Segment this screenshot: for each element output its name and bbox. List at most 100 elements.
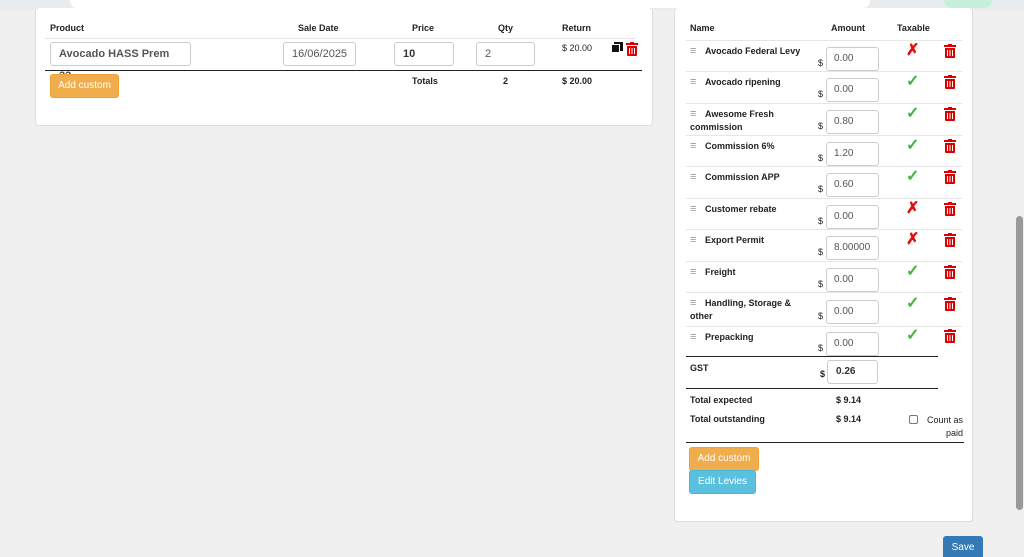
check-icon[interactable]: ✓	[906, 74, 919, 90]
trash-icon[interactable]	[944, 329, 956, 343]
levy-name: Avocado ripening	[705, 77, 781, 87]
sale-date-input[interactable]: 16/06/2025	[283, 42, 356, 66]
levy-amount-input[interactable]: 0.00	[826, 205, 879, 229]
check-icon[interactable]: ✓	[906, 138, 919, 154]
scrollbar-thumb[interactable]	[1016, 216, 1023, 510]
header-divider	[45, 38, 635, 39]
levy-currency: $	[818, 279, 824, 289]
levy-name: Awesome Fresh commission	[690, 109, 774, 132]
cross-icon[interactable]: ✗	[906, 201, 919, 217]
profile-pill[interactable]	[944, 0, 992, 8]
trash-icon[interactable]	[944, 233, 956, 247]
levy-row: ≡ Avocado ripening $0.00 ✓	[686, 71, 962, 103]
levy-currency: $	[818, 58, 824, 68]
levy-currency: $	[818, 89, 824, 99]
cross-icon[interactable]: ✗	[906, 43, 919, 59]
levy-name: Commission 6%	[705, 141, 775, 151]
total-expected-label: Total expected	[690, 395, 753, 405]
address-bar[interactable]	[70, 0, 870, 8]
levy-name: Freight	[705, 267, 736, 277]
footer-divider	[686, 442, 964, 443]
col-taxable-header: Taxable	[897, 23, 930, 33]
col-return-header: Return	[562, 23, 591, 33]
levy-amount-input[interactable]: 0.00	[826, 78, 879, 102]
levy-amount-input[interactable]: 0.60	[826, 173, 879, 197]
col-sale-date-header: Sale Date	[298, 23, 339, 33]
levy-currency: $	[818, 184, 824, 194]
save-button[interactable]: Save	[943, 536, 983, 557]
levy-row: ≡ Freight $0.00 ✓	[686, 261, 962, 292]
trash-icon[interactable]	[944, 139, 956, 153]
edit-levies-button[interactable]: Edit Levies	[689, 470, 756, 494]
total-expected-value: $ 9.14	[836, 395, 862, 405]
check-icon[interactable]: ✓	[906, 264, 919, 280]
trash-icon[interactable]	[626, 42, 638, 56]
col-qty-header: Qty	[498, 23, 514, 33]
count-as-paid-label: Count as paid	[926, 415, 963, 438]
qty-input[interactable]: 2	[476, 42, 535, 66]
totals-label: Totals	[412, 76, 438, 86]
levy-currency: $	[818, 247, 824, 257]
levy-name: Commission APP	[705, 172, 780, 182]
levy-amount-input[interactable]: 0.00	[826, 300, 879, 324]
levy-row: ≡ Customer rebate $0.00 ✗	[686, 198, 962, 229]
levy-name: Avocado Federal Levy	[705, 46, 801, 56]
product-select[interactable]: Avocado HASS Prem 22	[50, 42, 191, 82]
col-amount-header: Amount	[831, 23, 865, 33]
gst-input[interactable]: 0.26	[827, 360, 878, 384]
levy-name: Prepacking	[705, 332, 754, 342]
check-icon[interactable]: ✓	[906, 296, 919, 312]
levy-currency: $	[818, 311, 824, 321]
price-input[interactable]: 10	[394, 42, 454, 66]
levy-amount-input[interactable]: 0.80	[826, 110, 879, 134]
check-icon[interactable]: ✓	[906, 328, 919, 344]
count-as-paid-checkbox[interactable]	[909, 415, 918, 424]
levies-panel: Name Amount Taxable ≡ Avocado Federal Lev…	[674, 8, 973, 522]
gst-currency: $	[820, 369, 826, 379]
totals-divider-right	[686, 388, 938, 389]
levy-row: ≡ Avocado Federal Levy $0.00 ✗	[686, 40, 962, 71]
copy-icon[interactable]	[611, 42, 623, 54]
add-custom-levy-button[interactable]: Add custom	[689, 447, 759, 471]
levy-name: Export Permit	[705, 235, 765, 245]
levy-row: ≡ Handling, Storage & other $0.00 ✓	[686, 292, 962, 326]
gst-label: GST	[690, 363, 709, 373]
levy-name: Customer rebate	[705, 204, 777, 214]
trash-icon[interactable]	[944, 75, 956, 89]
totals-divider	[45, 70, 642, 71]
levy-row: ≡ Prepacking $0.00 ✓	[686, 326, 962, 356]
trash-icon[interactable]	[944, 202, 956, 216]
trash-icon[interactable]	[944, 297, 956, 311]
levy-row: ≡ Export Permit $8.00000 ✗	[686, 229, 962, 261]
levy-name: Handling, Storage & other	[690, 298, 792, 321]
trash-icon[interactable]	[944, 170, 956, 184]
levy-amount-input[interactable]: 0.00	[826, 268, 879, 292]
levy-amount-input[interactable]: 0.00	[826, 47, 879, 71]
levy-currency: $	[818, 343, 824, 353]
levy-amount-input[interactable]: 8.00000	[826, 236, 879, 260]
sales-panel: Product Sale Date Price Qty Return Avoca…	[35, 8, 653, 126]
cross-icon[interactable]: ✗	[906, 232, 919, 248]
total-outstanding-label: Total outstanding	[690, 414, 765, 424]
trash-icon[interactable]	[944, 265, 956, 279]
levy-currency: $	[818, 121, 824, 131]
levy-row: ≡ Awesome Fresh commission $0.80 ✓	[686, 103, 962, 135]
total-outstanding-value: $ 9.14	[836, 414, 862, 424]
col-price-header: Price	[412, 23, 435, 33]
levy-row: ≡ Commission APP $0.60 ✓	[686, 166, 962, 198]
check-icon[interactable]: ✓	[906, 106, 919, 122]
add-custom-button[interactable]: Add custom	[50, 74, 119, 98]
totals-return: $ 20.00	[562, 76, 593, 86]
trash-icon[interactable]	[944, 44, 956, 58]
levy-amount-input[interactable]: 1.20	[826, 142, 879, 166]
check-icon[interactable]: ✓	[906, 169, 919, 185]
col-name-header: Name	[690, 23, 715, 33]
gst-divider	[686, 356, 938, 357]
levy-currency: $	[818, 153, 824, 163]
totals-qty: 2	[503, 76, 509, 86]
levy-amount-input[interactable]: 0.00	[826, 332, 879, 356]
levy-row: ≡ Commission 6% $1.20 ✓	[686, 135, 962, 166]
col-product-header: Product	[50, 23, 85, 33]
trash-icon[interactable]	[944, 107, 956, 121]
levy-currency: $	[818, 216, 824, 226]
